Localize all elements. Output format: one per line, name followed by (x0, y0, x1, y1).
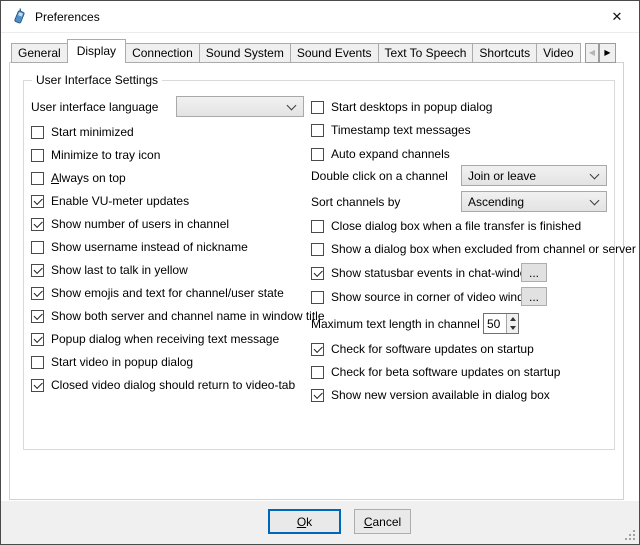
chevron-down-icon (590, 170, 600, 180)
tab-connection[interactable]: Connection (126, 43, 200, 63)
checkbox-last-to-talk[interactable]: Show last to talk in yellow (31, 262, 188, 278)
checkbox-popup-text-message[interactable]: Popup dialog when receiving text message (31, 331, 279, 347)
checkbox-server-channel-title[interactable]: Show both server and channel name in win… (31, 308, 325, 324)
tab-scroll-right-icon[interactable]: ▶ (599, 43, 616, 63)
arrow-up-icon (510, 317, 516, 321)
double-click-label: Double click on a channel (311, 168, 448, 184)
sort-channels-combobox[interactable]: Ascending (461, 191, 607, 212)
checkbox-emojis-text-state[interactable]: Show emojis and text for channel/user st… (31, 285, 284, 301)
checkbox-box (31, 218, 44, 231)
checkbox-excluded-dialog[interactable]: Show a dialog box when excluded from cha… (311, 241, 636, 257)
tab-sound-events[interactable]: Sound Events (291, 43, 379, 63)
max-text-length-input[interactable] (484, 314, 506, 333)
checkbox-box (311, 243, 324, 256)
checkbox-box (311, 101, 324, 114)
tab-scroll-left-icon[interactable]: ◀ (585, 43, 599, 63)
checkbox-box (311, 124, 324, 137)
spin-up-button[interactable] (507, 314, 518, 324)
checkbox-box (31, 310, 44, 323)
chevron-down-icon (590, 196, 600, 206)
checkbox-box (311, 220, 324, 233)
max-text-length-label: Maximum text length in channel list (311, 316, 498, 332)
tab-video[interactable]: Video (537, 43, 580, 63)
checkbox-box (311, 366, 324, 379)
chevron-down-icon (287, 101, 297, 111)
statusbar-events-more-button[interactable]: ... (521, 263, 547, 282)
group-title: User Interface Settings (32, 73, 162, 87)
checkbox-show-username[interactable]: Show username instead of nickname (31, 239, 248, 255)
language-combobox[interactable] (176, 96, 304, 117)
checkbox-box (31, 241, 44, 254)
checkbox-show-user-count[interactable]: Show number of users in channel (31, 216, 229, 232)
checkbox-check-updates[interactable]: Check for software updates on startup (311, 341, 534, 357)
checkbox-close-on-transfer[interactable]: Close dialog box when a file transfer is… (311, 218, 581, 234)
double-click-combobox[interactable]: Join or leave (461, 165, 607, 186)
checkbox-statusbar-events[interactable]: Show statusbar events in chat-window (311, 265, 535, 281)
ok-button[interactable]: Ok (268, 509, 341, 534)
tab-sound-system[interactable]: Sound System (200, 43, 291, 63)
language-label: User interface language (31, 99, 158, 115)
cancel-button[interactable]: Cancel (354, 509, 411, 534)
tab-bar: General Display Connection Sound System … (11, 39, 585, 63)
checkbox-box (31, 356, 44, 369)
checkbox-new-version-dialog[interactable]: Show new version available in dialog box (311, 387, 550, 403)
checkbox-desktops-popup[interactable]: Start desktops in popup dialog (311, 99, 492, 115)
checkbox-box (311, 291, 324, 304)
resize-grip[interactable] (625, 530, 636, 541)
window-title: Preferences (35, 10, 100, 24)
checkbox-check-beta-updates[interactable]: Check for beta software updates on start… (311, 364, 560, 380)
tab-display[interactable]: Display (67, 39, 126, 63)
checkbox-vu-meter-updates[interactable]: Enable VU-meter updates (31, 193, 189, 209)
max-text-length-spinner (483, 313, 519, 334)
checkbox-box (31, 149, 44, 162)
checkbox-box (31, 172, 44, 185)
checkbox-box (311, 389, 324, 402)
tab-text-to-speech[interactable]: Text To Speech (379, 43, 474, 63)
checkbox-auto-expand[interactable]: Auto expand channels (311, 146, 450, 162)
checkbox-box (31, 195, 44, 208)
checkbox-video-popup[interactable]: Start video in popup dialog (31, 354, 193, 370)
spin-down-button[interactable] (507, 324, 518, 334)
checkbox-always-on-top[interactable]: Always on top (31, 170, 126, 186)
tab-shortcuts[interactable]: Shortcuts (473, 43, 537, 63)
checkbox-box (311, 343, 324, 356)
checkbox-minimize-to-tray[interactable]: Minimize to tray icon (31, 147, 160, 163)
app-icon (11, 8, 28, 25)
checkbox-box (31, 333, 44, 346)
checkbox-box (311, 267, 324, 280)
checkbox-box (31, 287, 44, 300)
checkbox-timestamp-messages[interactable]: Timestamp text messages (311, 122, 471, 138)
video-source-more-button[interactable]: ... (521, 287, 547, 306)
close-icon[interactable]: ✕ (607, 7, 627, 27)
arrow-down-icon (510, 326, 516, 330)
checkbox-closed-video-return[interactable]: Closed video dialog should return to vid… (31, 377, 295, 393)
checkbox-box (31, 264, 44, 277)
checkbox-start-minimized[interactable]: Start minimized (31, 124, 134, 140)
checkbox-video-source-corner[interactable]: Show source in corner of video window (311, 289, 539, 305)
tab-general[interactable]: General (11, 43, 68, 63)
checkbox-box (31, 126, 44, 139)
title-bar[interactable]: Preferences ✕ (1, 1, 639, 33)
preferences-dialog: Preferences ✕ General Display Connection… (0, 0, 640, 545)
checkbox-box (311, 148, 324, 161)
checkbox-box (31, 379, 44, 392)
sort-channels-label: Sort channels by (311, 194, 400, 210)
